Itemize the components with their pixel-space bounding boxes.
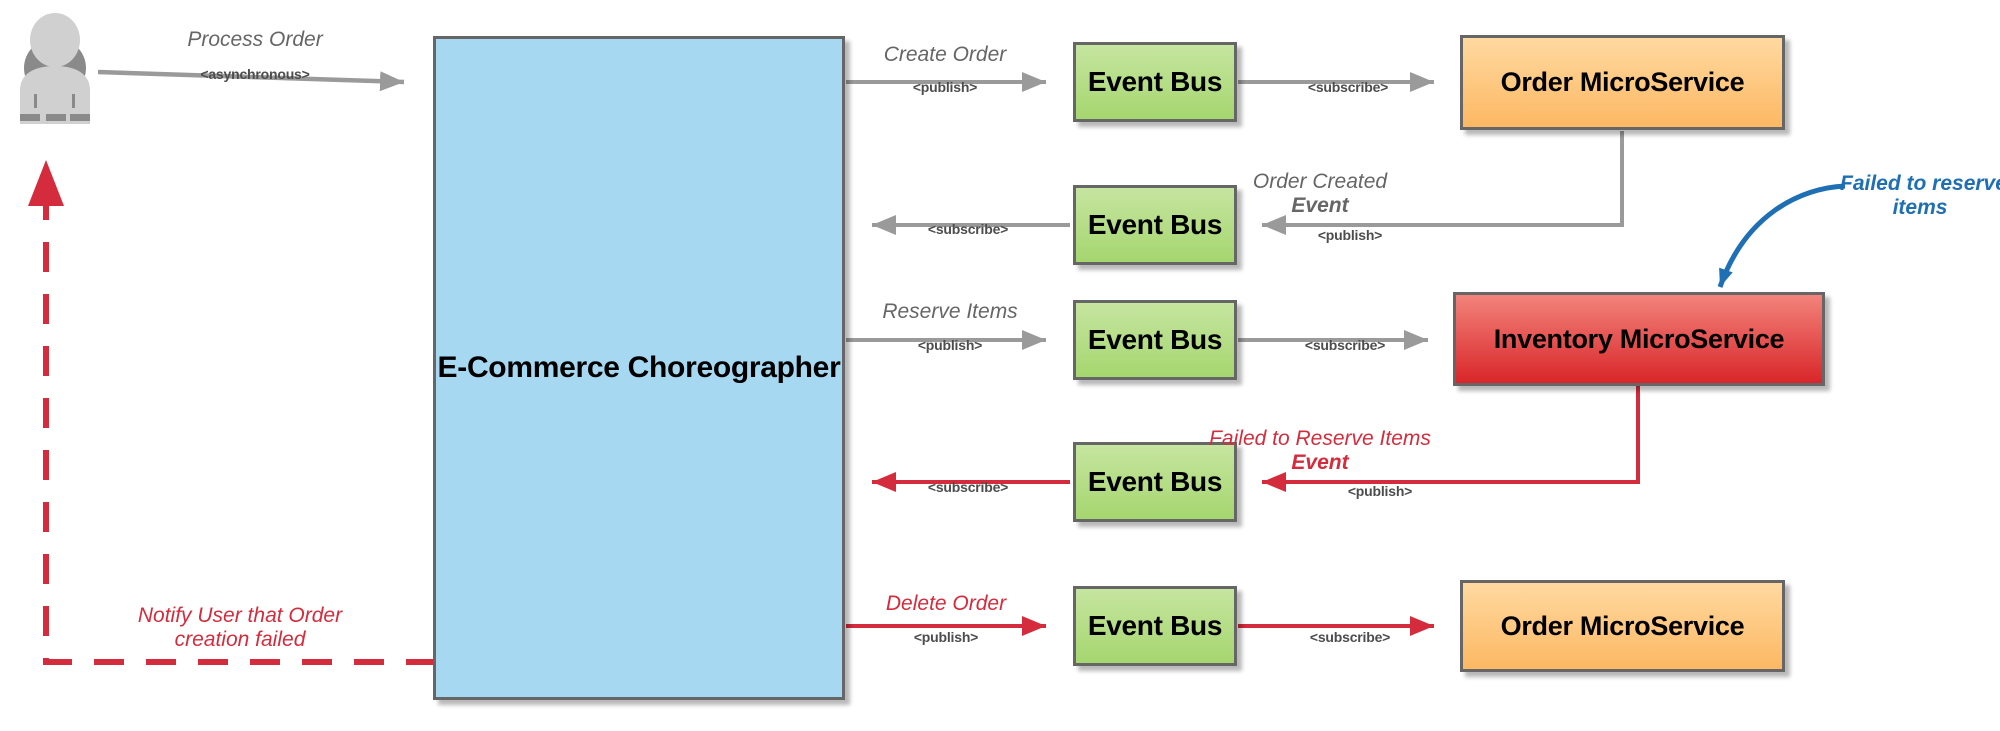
label-failed-reserve-line1: Failed to Reserve Items: [1209, 427, 1431, 450]
label-failed-reserve: Failed to Reserve Items Event: [1150, 427, 1490, 474]
label-notify-user-line2: creation failed: [174, 628, 306, 652]
label-order-created-stereotype: <publish>: [1317, 227, 1383, 243]
node-label: Inventory MicroService: [1493, 323, 1785, 354]
label-notify-user: Notify User that Order creation failed: [110, 604, 370, 652]
label-create-order-subscribe-stereotype: <subscribe>: [1307, 79, 1389, 95]
label-order-created-line1: Order Created: [1252, 170, 1388, 193]
annotation-line1: Failed to reserve: [1840, 172, 2000, 195]
node-inventory-microservice[interactable]: Inventory MicroService: [1453, 292, 1825, 386]
node-order-microservice-bottom[interactable]: Order MicroService: [1460, 580, 1785, 672]
node-event-bus-create-order[interactable]: Event Bus: [1073, 42, 1237, 122]
label-create-order-stereotype: <publish>: [912, 79, 978, 95]
label-process-order: Process Order: [187, 28, 323, 51]
label-order-created-line2: Event: [1291, 193, 1349, 217]
label-process-order-stereotype: <asynchronous>: [200, 66, 310, 82]
label-order-created-subscribe-stereotype: <subscribe>: [927, 221, 1009, 237]
flow-notify-user: [28, 160, 436, 665]
person-icon: [20, 13, 90, 124]
label-delete-order-subscribe-stereotype: <subscribe>: [1309, 629, 1391, 645]
label-failed-reserve-subscribe-stereotype: <subscribe>: [927, 479, 1009, 495]
label-failed-reserve-stereotype: <publish>: [1347, 483, 1413, 499]
label-order-created: Order Created Event: [1180, 170, 1460, 217]
label-reserve-items: Reserve Items: [882, 300, 1018, 323]
label-delete-order-stereotype: <publish>: [913, 629, 979, 645]
node-ecommerce-choreographer[interactable]: E-Commerce Choreographer: [433, 36, 845, 700]
label-reserve-items-stereotype: <publish>: [917, 337, 983, 353]
node-label: Event Bus: [1087, 324, 1223, 355]
annotation-failed-to-reserve-arrow: [1717, 183, 1846, 288]
label-delete-order: Delete Order: [885, 592, 1007, 615]
node-label: Order MicroService: [1500, 67, 1745, 97]
node-label: Order MicroService: [1500, 610, 1745, 641]
diagram-canvas: E-Commerce Choreographer Event Bus Event…: [0, 0, 2000, 731]
node-label: Event Bus: [1087, 66, 1223, 97]
node-event-bus-reserve-items[interactable]: Event Bus: [1073, 300, 1237, 380]
node-event-bus-delete-order[interactable]: Event Bus: [1073, 586, 1237, 666]
node-label: Event Bus: [1087, 610, 1223, 641]
annotation-failed-to-reserve-label: Failed to reserve items: [1840, 172, 2000, 220]
label-notify-user-line1: Notify User that Order: [137, 604, 343, 627]
label-reserve-items-subscribe-stereotype: <subscribe>: [1304, 337, 1386, 353]
user-actor: [10, 12, 100, 124]
node-label: E-Commerce Choreographer: [437, 351, 841, 384]
annotation-line2: items: [1892, 196, 1948, 220]
node-order-microservice-top[interactable]: Order MicroService: [1460, 35, 1785, 130]
label-create-order: Create Order: [883, 43, 1007, 66]
label-failed-reserve-line2: Event: [1291, 450, 1349, 474]
